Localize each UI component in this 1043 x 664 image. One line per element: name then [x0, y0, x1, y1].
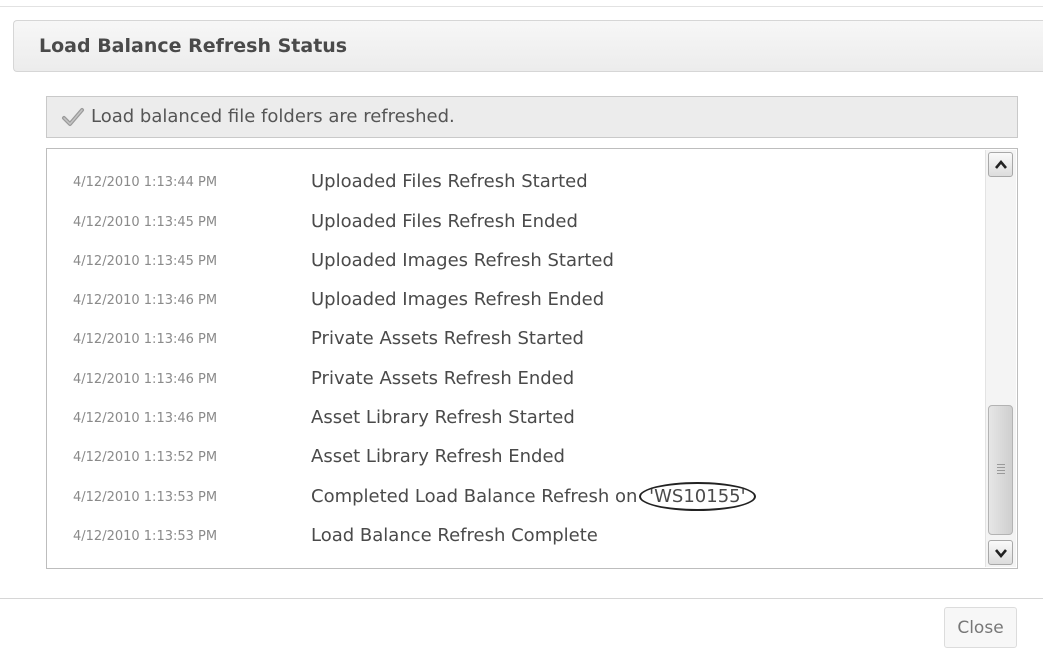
- check-icon: [61, 105, 85, 129]
- log-timestamp: 4/12/2010 1:13:44 PM: [73, 149, 217, 151]
- log-message-text: Private Assets Refresh Ended: [311, 367, 575, 389]
- log-row: 4/12/2010 1:13:45 PM Uploaded Images Refr…: [47, 243, 977, 282]
- log-timestamp: 4/12/2010 1:13:46 PM: [73, 293, 218, 309]
- log-message: Asset Library Refresh Ended: [311, 446, 565, 467]
- log-timestamp: 4/12/2010 1:13:45 PM: [73, 253, 218, 269]
- server-name-highlight: 'WS10155': [639, 481, 756, 511]
- log-message: Asset Library Refresh Started: [311, 407, 575, 428]
- log-timestamp: 4/12/2010 1:13:53 PM: [73, 489, 218, 505]
- log-message: Uploaded Images Refresh Started: [311, 250, 614, 271]
- log-message: Completed Load Balance Refresh on 'WS101…: [311, 481, 756, 511]
- log-row: 4/12/2010 1:13:52 PM Asset Library Refres…: [47, 439, 977, 478]
- close-button[interactable]: Close: [944, 607, 1017, 648]
- log-message-text: Assets Refresh Ended: [311, 149, 506, 153]
- log-row: 4/12/2010 1:13:46 PM Private Assets Refre…: [47, 321, 977, 360]
- log-message-text: Uploaded Files Refresh Started: [311, 171, 588, 193]
- log-timestamp: 4/12/2010 1:13:53 PM: [73, 528, 218, 544]
- log-message: Private Assets Refresh Started: [311, 328, 584, 349]
- log-timestamp: 4/12/2010 1:13:46 PM: [73, 332, 218, 348]
- dialog-title: Load Balance Refresh Status: [39, 35, 348, 57]
- log-row: 4/12/2010 1:13:46 PM Asset Library Refres…: [47, 400, 977, 439]
- log-timestamp: 4/12/2010 1:13:52 PM: [73, 450, 218, 466]
- log-message-text: Load Balance Refresh Complete: [311, 524, 598, 546]
- log-message-text: Asset Library Refresh Ended: [311, 446, 565, 468]
- log-row: 4/12/2010 1:13:53 PM Load Balance Refresh…: [47, 518, 977, 557]
- log-timestamp: 4/12/2010 1:13:46 PM: [73, 371, 218, 387]
- chevron-down-icon: [995, 549, 1007, 559]
- log-message-text: Private Assets Refresh Started: [311, 328, 584, 350]
- log-message-text: Asset Library Refresh Started: [311, 407, 575, 429]
- scroll-down-button[interactable]: [988, 540, 1013, 565]
- log-message: Assets Refresh Ended: [311, 149, 506, 153]
- log-message-text: Uploaded Files Refresh Ended: [311, 210, 578, 232]
- log-timestamp: 4/12/2010 1:13:45 PM: [73, 214, 218, 230]
- status-message-bar: Load balanced file folders are refreshed…: [46, 96, 1018, 138]
- vertical-scrollbar[interactable]: [985, 150, 1016, 567]
- log-list[interactable]: 4/12/2010 1:13:44 PM Assets Refresh Ended…: [46, 148, 1018, 569]
- log-message: Load Balance Refresh Complete: [311, 525, 598, 546]
- chevron-up-icon: [995, 159, 1007, 169]
- log-row: 4/12/2010 1:13:44 PM Assets Refresh Ended: [47, 149, 977, 164]
- log-rows: 4/12/2010 1:13:44 PM Assets Refresh Ended…: [47, 149, 977, 557]
- dialog-title-bar: Load Balance Refresh Status: [13, 20, 1043, 72]
- refresh-status-dialog: Load Balance Refresh Status Load balance…: [0, 0, 1043, 664]
- status-message: Load balanced file folders are refreshed…: [91, 106, 455, 127]
- log-message: Uploaded Files Refresh Started: [311, 171, 588, 192]
- log-row: 4/12/2010 1:13:46 PM Private Assets Refre…: [47, 361, 977, 400]
- scrollbar-thumb[interactable]: [988, 405, 1013, 535]
- log-message: Private Assets Refresh Ended: [311, 368, 574, 389]
- log-timestamp: 4/12/2010 1:13:44 PM: [73, 175, 218, 191]
- log-message: Uploaded Images Refresh Ended: [311, 289, 604, 310]
- log-message-text: Completed Load Balance Refresh on: [311, 485, 638, 507]
- top-divider: [0, 0, 1043, 7]
- grip-icon: [997, 464, 1005, 474]
- log-row: 4/12/2010 1:13:45 PM Uploaded Files Refre…: [47, 204, 977, 243]
- scroll-up-button[interactable]: [988, 152, 1013, 177]
- log-row: 4/12/2010 1:13:46 PM Uploaded Images Refr…: [47, 282, 977, 321]
- footer-divider: [0, 598, 1043, 599]
- log-message-text: Uploaded Images Refresh Ended: [311, 289, 605, 311]
- log-row: 4/12/2010 1:13:53 PM Completed Load Balan…: [47, 479, 977, 518]
- log-row: 4/12/2010 1:13:44 PM Uploaded Files Refre…: [47, 164, 977, 203]
- log-timestamp: 4/12/2010 1:13:46 PM: [73, 411, 218, 427]
- log-message-text: Uploaded Images Refresh Started: [311, 249, 614, 271]
- log-message: Uploaded Files Refresh Ended: [311, 211, 578, 232]
